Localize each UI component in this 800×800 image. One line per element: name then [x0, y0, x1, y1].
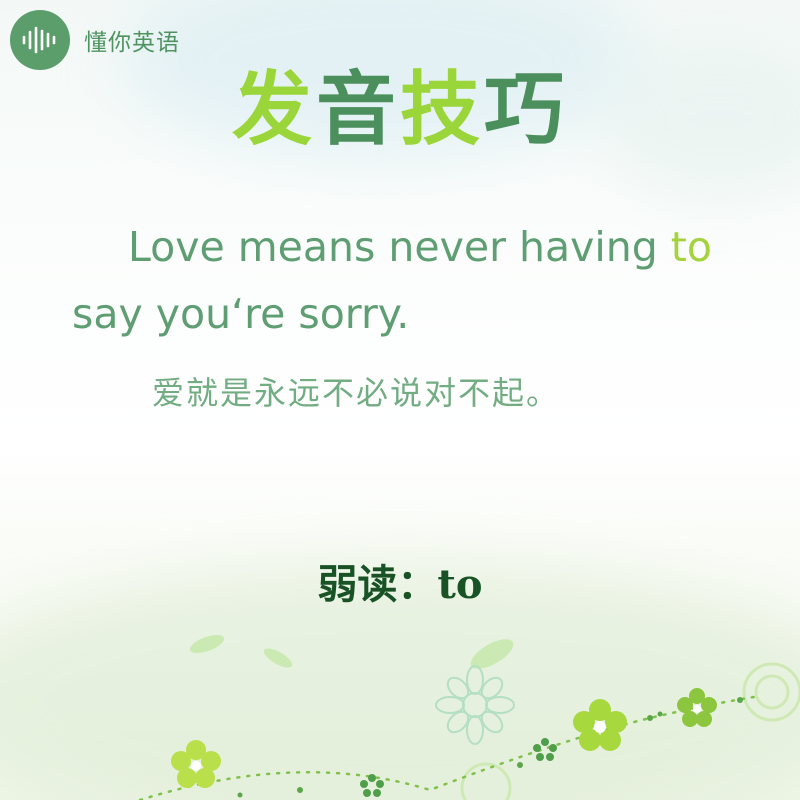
- flower-icon: [533, 738, 557, 761]
- sentence-before: Love means never having: [128, 223, 671, 271]
- brand-name: 懂你英语: [84, 30, 180, 56]
- title-char-3: 技: [400, 63, 484, 156]
- title-char-1: 发: [232, 63, 316, 156]
- sound-wave-icon: [10, 10, 70, 70]
- title-char-2: 音: [316, 63, 400, 156]
- ring-icon: [460, 662, 800, 800]
- floral-decoration: [138, 634, 800, 800]
- outline-flower-icon: [435, 665, 515, 745]
- brand-logo: 懂你英语: [10, 10, 180, 70]
- flower-icon: [573, 699, 627, 751]
- flower-icon: [171, 740, 221, 788]
- title-char-4: 巧: [484, 63, 568, 156]
- lesson-card: 懂你英语 发音技巧 Love means never having to say…: [0, 0, 800, 800]
- flower-icon: [677, 688, 717, 727]
- flower-icon: [360, 774, 384, 797]
- vine-icon: [138, 694, 762, 800]
- sentence-highlight: to: [670, 223, 712, 271]
- example-sentence: Love means never having to say you‘re so…: [72, 214, 752, 348]
- page-title: 发音技巧: [0, 70, 800, 150]
- leaf-icon: [189, 634, 514, 669]
- sentence-after: say you‘re sorry.: [72, 290, 410, 338]
- chinese-translation: 爱就是永远不必说对不起。: [152, 374, 561, 412]
